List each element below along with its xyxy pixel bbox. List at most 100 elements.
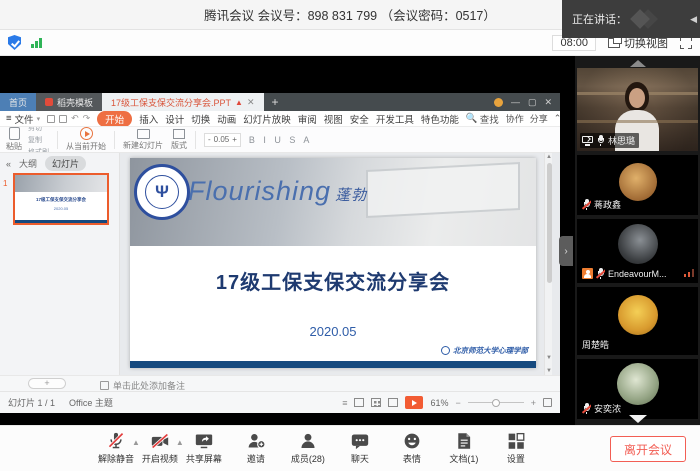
security-shield-icon[interactable] xyxy=(8,35,21,50)
tab-close-icon[interactable]: ✕ xyxy=(247,97,255,108)
slide-title: 17级工保支保交流分享会 xyxy=(130,266,536,295)
tencent-meeting-window: 腾讯会议 会议号：898 831 799 （会议密码：0517） 正在讲话： ◀… xyxy=(0,0,700,471)
participant-video-tile[interactable]: 安奕浓 xyxy=(577,359,698,419)
emoji-button[interactable]: 表情 xyxy=(386,432,438,465)
fullscreen-icon[interactable] xyxy=(680,37,692,49)
mic-muted-icon xyxy=(596,268,605,279)
font-size-stepper[interactable]: - 0.05 + xyxy=(204,133,241,147)
add-slide-button[interactable]: + xyxy=(28,378,66,389)
reading-view-icon[interactable] xyxy=(388,398,398,407)
slide-thumbnail[interactable]: 17级工保支保交流分享会 2020.05 xyxy=(13,173,109,225)
scroll-down-icon[interactable]: ▼ xyxy=(545,355,553,361)
minimize-icon[interactable]: — xyxy=(511,97,520,107)
copy-button[interactable]: 复制 xyxy=(28,135,49,145)
menu-transition[interactable]: 切换 xyxy=(191,112,210,126)
avatar xyxy=(617,363,659,405)
scrollbar-thumb[interactable] xyxy=(547,163,552,283)
tab-slides[interactable]: 幻灯片 xyxy=(45,156,86,171)
find-button[interactable]: 🔍 查找 xyxy=(466,112,499,126)
share-button[interactable]: 分享 xyxy=(530,112,548,125)
paste-button[interactable]: 粘贴 xyxy=(6,127,22,152)
avatar xyxy=(618,224,658,264)
wps-status-bar: 幻灯片 1 / 1 Office 主题 ≡ 61% − + xyxy=(0,391,560,413)
switch-view-icon xyxy=(608,38,620,48)
restore-icon[interactable]: ▢ xyxy=(528,97,537,108)
slide-thumb-number: 1 xyxy=(3,179,7,188)
menu-slideshow[interactable]: 幻灯片放映 xyxy=(243,112,291,126)
mic-on-icon xyxy=(596,135,605,146)
zoom-in-icon[interactable]: + xyxy=(531,398,536,408)
settings-button[interactable]: 设置 xyxy=(490,432,542,465)
avatar xyxy=(619,163,657,201)
docs-button[interactable]: 文档(1) xyxy=(438,432,490,465)
emoji-icon xyxy=(402,432,422,450)
slide-canvas[interactable]: Flourishing蓬勃 Ψ 17级工保支保交流分享会 2020.05 北京师… xyxy=(120,153,552,375)
play-from-current-button[interactable]: 从当前开始 xyxy=(66,127,106,152)
tab-home[interactable]: 首页 xyxy=(0,93,36,111)
layout-button[interactable]: 版式 xyxy=(171,129,187,151)
collab-button[interactable]: 协作 xyxy=(506,112,524,125)
network-signal-icon[interactable] xyxy=(31,37,42,48)
meeting-title: 腾讯会议 会议号：898 831 799 （会议密码：0517） xyxy=(204,5,496,24)
play-circle-icon xyxy=(80,127,93,140)
share-screen-button[interactable]: 共享屏幕 xyxy=(178,432,230,465)
zoom-out-icon[interactable]: − xyxy=(455,398,460,408)
close-icon[interactable]: ✕ xyxy=(544,97,552,108)
cut-button[interactable]: 剪切 xyxy=(28,127,49,133)
collapse-left-icon[interactable]: ◀ xyxy=(690,14,697,25)
menu-review[interactable]: 审阅 xyxy=(298,112,317,126)
decrease-icon[interactable]: - xyxy=(208,135,211,144)
menu-insert[interactable]: 插入 xyxy=(139,112,158,126)
chat-button[interactable]: 聊天 xyxy=(334,432,386,465)
participant-video-tile[interactable]: 蒋政鑫 xyxy=(577,155,698,215)
quick-access-icons[interactable]: ↶↷ xyxy=(47,113,90,124)
scroll-up-icon[interactable]: ▲ xyxy=(545,154,553,160)
menu-security[interactable]: 安全 xyxy=(350,112,369,126)
increase-icon[interactable]: + xyxy=(232,135,237,144)
invite-button[interactable]: 邀请 xyxy=(230,432,282,465)
filmstrip-collapse-button[interactable]: › xyxy=(559,236,573,266)
shared-screen: 首页 稻壳模板 17级工保支保交流分享会.PPT ▲ ✕ + — ▢ xyxy=(0,56,575,425)
account-avatar[interactable] xyxy=(494,98,503,107)
participant-video-tile[interactable]: EndeavourM... xyxy=(577,219,698,283)
settings-icon xyxy=(506,432,526,450)
tab-document-active[interactable]: 17级工保支保交流分享会.PPT ▲ ✕ xyxy=(102,93,263,111)
scroll-up-icon[interactable] xyxy=(630,60,646,67)
notes-toggle-icon[interactable]: ≡ xyxy=(342,398,347,408)
meeting-main-area: 首页 稻壳模板 17级工保支保交流分享会.PPT ▲ ✕ + — ▢ xyxy=(0,56,700,425)
zoom-slider-knob[interactable] xyxy=(492,399,500,407)
current-slide[interactable]: Flourishing蓬勃 Ψ 17级工保支保交流分享会 2020.05 北京师… xyxy=(130,158,536,368)
new-slide-button[interactable]: 新建幻灯片 xyxy=(123,129,163,151)
fit-fullscreen-icon[interactable] xyxy=(543,398,552,407)
zoom-level[interactable]: 61% xyxy=(430,398,448,408)
speaking-label: 正在讲话： xyxy=(572,11,627,27)
scroll-down-icon[interactable] xyxy=(629,415,647,423)
normal-view-icon[interactable] xyxy=(354,398,364,407)
slideshow-play-button[interactable] xyxy=(405,396,423,409)
leave-meeting-button[interactable]: 离开会议 xyxy=(610,436,686,462)
participant-video-tile[interactable]: 林思璐 xyxy=(577,68,698,151)
menu-devtools[interactable]: 开发工具 xyxy=(376,112,414,126)
collapse-ribbon-icon[interactable]: ⌃ xyxy=(554,113,560,124)
tab-outline[interactable]: 大纲 xyxy=(19,157,37,170)
menu-animation[interactable]: 动画 xyxy=(217,112,236,126)
menu-file[interactable]: ≡ 文件 ▾ xyxy=(6,112,40,126)
menu-features[interactable]: 特色功能 xyxy=(421,112,459,126)
participant-video-tile[interactable]: 周楚皓 xyxy=(577,287,698,355)
tab-docer[interactable]: 稻壳模板 xyxy=(36,93,102,111)
members-icon xyxy=(298,432,318,450)
participant-name: 蒋政鑫 xyxy=(594,198,621,211)
slide-sorter-icon[interactable] xyxy=(371,398,381,407)
next-page-icon[interactable]: ▼ xyxy=(545,368,553,374)
new-tab-button[interactable]: + xyxy=(264,93,287,111)
participant-name: EndeavourM... xyxy=(608,269,667,279)
zoom-slider[interactable] xyxy=(468,402,524,403)
menu-design[interactable]: 设计 xyxy=(165,112,184,126)
menu-view[interactable]: 视图 xyxy=(324,112,343,126)
menu-start[interactable]: 开始 xyxy=(97,111,132,127)
canvas-scrollbar[interactable]: ▲ ▼ ▼ xyxy=(544,153,552,375)
collapse-panel-icon[interactable]: « xyxy=(6,159,11,169)
notes-placeholder[interactable]: 单击此处添加备注 xyxy=(100,379,185,392)
members-button[interactable]: 成员(28) xyxy=(282,432,334,465)
format-buttons[interactable]: B I U S A xyxy=(249,135,313,145)
